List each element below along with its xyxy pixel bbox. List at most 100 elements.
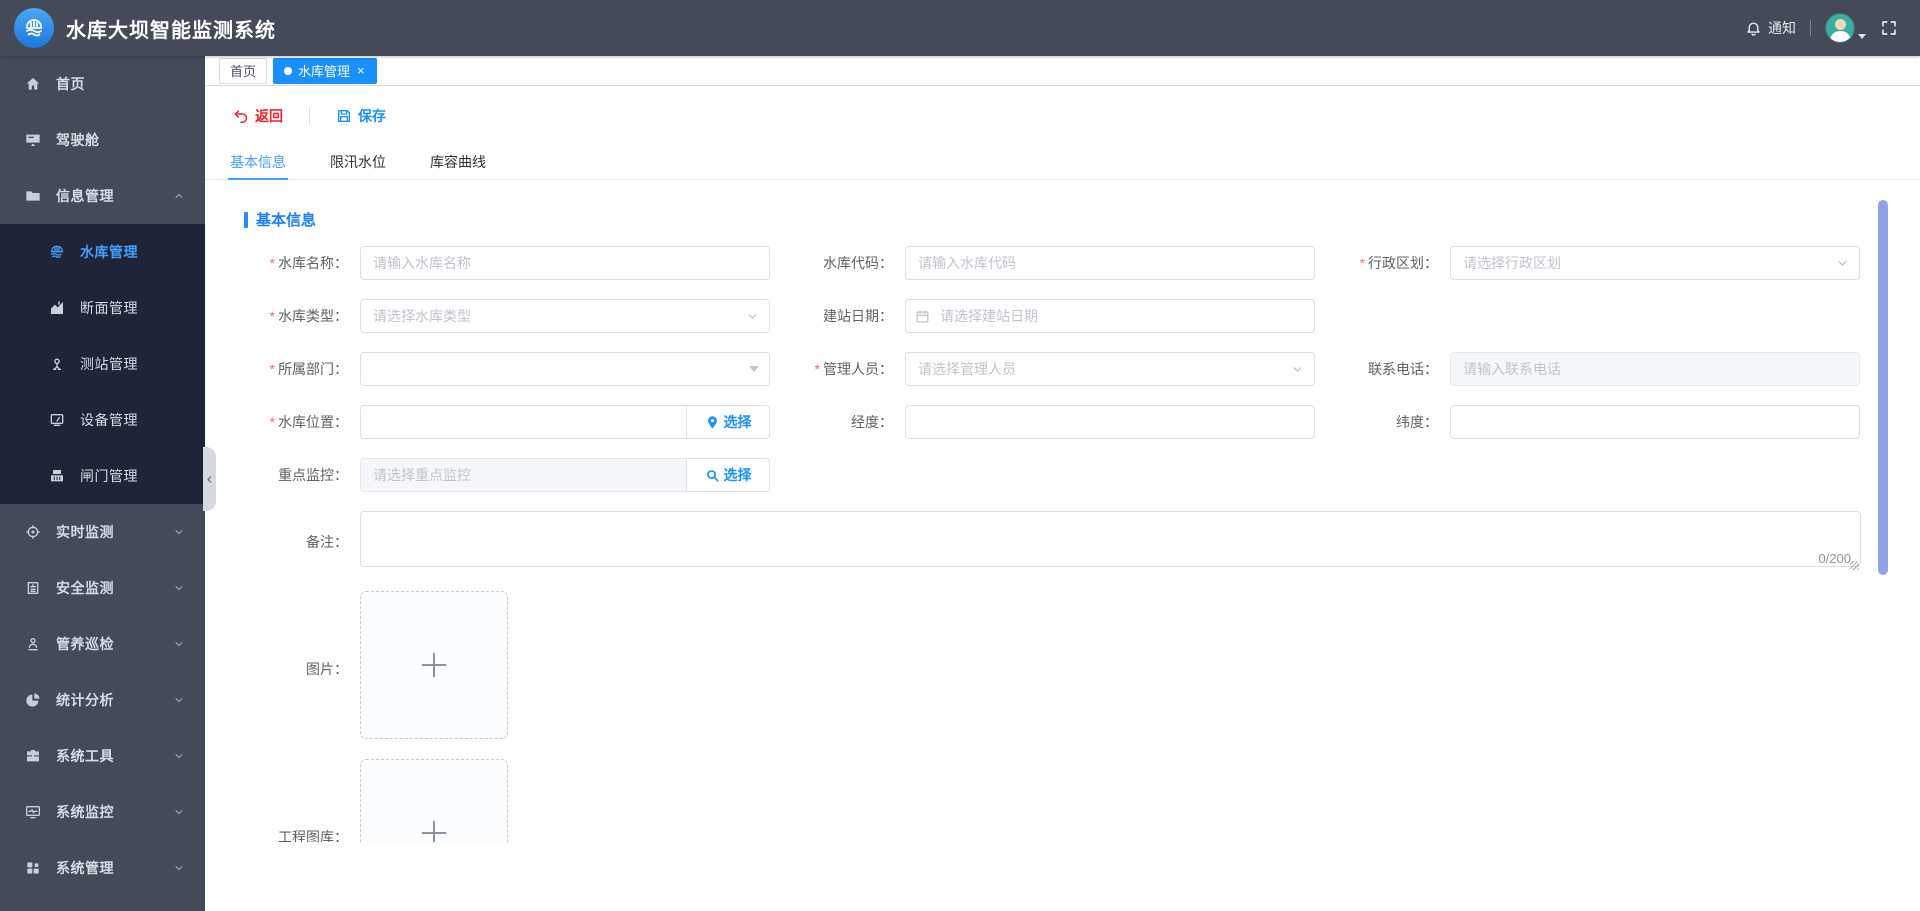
field-label: 工程图库： [278, 829, 348, 842]
sidebar-item-statistics-analysis[interactable]: 统计分析 [0, 672, 205, 728]
required-mark: * [269, 414, 275, 430]
tag-label: 水库管理 [298, 64, 351, 79]
sidebar-item-cockpit[interactable]: 驾驶舱 [0, 112, 205, 168]
close-icon[interactable]: × [356, 64, 366, 77]
reservoir-name-input[interactable] [360, 246, 770, 280]
textarea-resize-handle[interactable] [1850, 561, 1859, 570]
sidebar-item-device-management[interactable]: 设备管理 [0, 392, 205, 448]
location-select-button[interactable]: 选择 [686, 405, 770, 439]
key-monitor-select-button[interactable]: 选择 [686, 458, 770, 492]
tags-bar: 首页 水库管理 × [205, 56, 1920, 86]
sidebar-item-section-management[interactable]: 断面管理 [0, 280, 205, 336]
key-monitor-input[interactable] [360, 458, 686, 492]
sidebar-item-reservoir-management[interactable]: 水库管理 [0, 224, 205, 280]
sidebar-item-label: 测站管理 [80, 356, 138, 372]
build-date-input[interactable] [905, 299, 1315, 333]
app: 水库大坝智能监测系统 通知 首页 驾驶舱 信息管理 水库管理 断面管理 测站管理… [0, 0, 1920, 911]
sidebar-item-home[interactable]: 首页 [0, 56, 205, 112]
back-button[interactable]: 返回 [233, 106, 283, 126]
cockpit-icon [24, 132, 42, 148]
header-actions: 通知 [1745, 13, 1898, 43]
sidebar-item-maintenance-inspection[interactable]: 管养巡检 [0, 616, 205, 672]
remark-textarea[interactable] [360, 511, 1861, 567]
tab-basic-info[interactable]: 基本信息 [228, 146, 288, 180]
station-pin-icon [48, 356, 66, 372]
sidebar-collapse-handle[interactable] [203, 447, 216, 511]
header-divider [1810, 20, 1811, 36]
location-input[interactable] [360, 405, 686, 439]
field-label: 图片： [306, 661, 348, 677]
search-icon [705, 468, 720, 483]
plus-icon [417, 648, 451, 682]
sidebar-item-realtime-monitoring[interactable]: 实时监测 [0, 504, 205, 560]
app-header: 水库大坝智能监测系统 通知 [0, 0, 1920, 56]
tab-label: 限汛水位 [330, 154, 386, 170]
sidebar-item-label: 系统管理 [56, 860, 114, 876]
tab-capacity-curve[interactable]: 库容曲线 [428, 146, 488, 179]
chevron-down-icon [173, 806, 185, 818]
manager-select[interactable] [905, 352, 1315, 386]
system-monitor-icon [24, 804, 42, 820]
field-department: * 所属部门： [225, 352, 770, 386]
inspection-icon [24, 636, 42, 652]
longitude-input[interactable] [905, 405, 1315, 439]
section-title-text: 基本信息 [256, 212, 317, 229]
sidebar-item-station-management[interactable]: 测站管理 [0, 336, 205, 392]
sidebar-item-info-management[interactable]: 信息管理 [0, 168, 205, 224]
sidebar-item-label: 驾驶舱 [56, 132, 100, 148]
bell-icon [1745, 20, 1762, 37]
admin-region-select[interactable] [1450, 246, 1860, 280]
required-mark: * [269, 255, 275, 271]
gate-icon [48, 468, 66, 484]
tag-label: 首页 [230, 64, 257, 79]
sidebar-submenu-info: 水库管理 断面管理 测站管理 设备管理 闸门管理 [0, 224, 205, 504]
chevron-down-icon [173, 638, 185, 650]
save-button[interactable]: 保存 [336, 106, 386, 126]
tag-reservoir-management[interactable]: 水库管理 × [273, 57, 377, 84]
chevron-down-icon [173, 582, 185, 594]
home-icon [24, 76, 42, 92]
field-label: * 行政区划： [1359, 255, 1438, 271]
required-mark: * [269, 361, 275, 377]
field-label: * 水库类型： [269, 308, 348, 324]
reservoir-code-input[interactable] [905, 246, 1315, 280]
field-reservoir-code: 水库代码： [770, 246, 1315, 280]
field-image: 图片： [225, 591, 1920, 739]
field-label: 重点监控： [278, 467, 348, 483]
required-mark: * [1359, 255, 1365, 271]
sidebar-item-gate-management[interactable]: 闸门管理 [0, 448, 205, 504]
sidebar-item-safety-monitoring[interactable]: 安全监测 [0, 560, 205, 616]
sidebar-item-system-management[interactable]: 系统管理 [0, 840, 205, 896]
field-reservoir-type: * 水库类型： [225, 299, 770, 333]
tab-flood-limit-level[interactable]: 限汛水位 [328, 146, 388, 179]
gallery-upload-box[interactable] [360, 759, 508, 842]
chevron-down-icon [173, 526, 185, 538]
form-row-gallery: 工程图库： [205, 759, 1920, 842]
fullscreen-button[interactable] [1880, 19, 1898, 37]
notification-button[interactable]: 通知 [1745, 18, 1796, 38]
user-menu-button[interactable] [1825, 13, 1866, 43]
field-label: 水库代码： [823, 255, 893, 271]
notification-label: 通知 [1768, 20, 1796, 36]
sidebar-item-label: 系统监控 [56, 804, 114, 820]
reservoir-type-select[interactable] [360, 299, 770, 333]
tools-icon [24, 748, 42, 764]
form-row: * 水库位置： 选择 经度： 纬度： [205, 405, 1920, 439]
field-label: 建站日期： [823, 308, 893, 324]
field-key-monitor: 重点监控： 选择 [225, 458, 770, 492]
tag-home[interactable]: 首页 [219, 57, 268, 84]
map-pin-icon [705, 415, 720, 430]
vertical-scrollbar[interactable] [1878, 200, 1888, 575]
image-upload-box[interactable] [360, 591, 508, 739]
sidebar-item-system-monitoring[interactable]: 系统监控 [0, 784, 205, 840]
sidebar: 首页 驾驶舱 信息管理 水库管理 断面管理 测站管理 设备管理 闸门管理 实时监… [0, 56, 216, 911]
save-icon [336, 108, 352, 124]
save-label: 保存 [358, 108, 386, 124]
section-title: 基本信息 [244, 209, 1920, 230]
latitude-input[interactable] [1450, 405, 1860, 439]
department-select[interactable] [360, 352, 770, 386]
sidebar-item-system-tools[interactable]: 系统工具 [0, 728, 205, 784]
field-label: * 水库名称： [269, 255, 348, 271]
sidebar-item-label: 首页 [56, 76, 85, 92]
field-label: 联系电话： [1368, 361, 1438, 377]
